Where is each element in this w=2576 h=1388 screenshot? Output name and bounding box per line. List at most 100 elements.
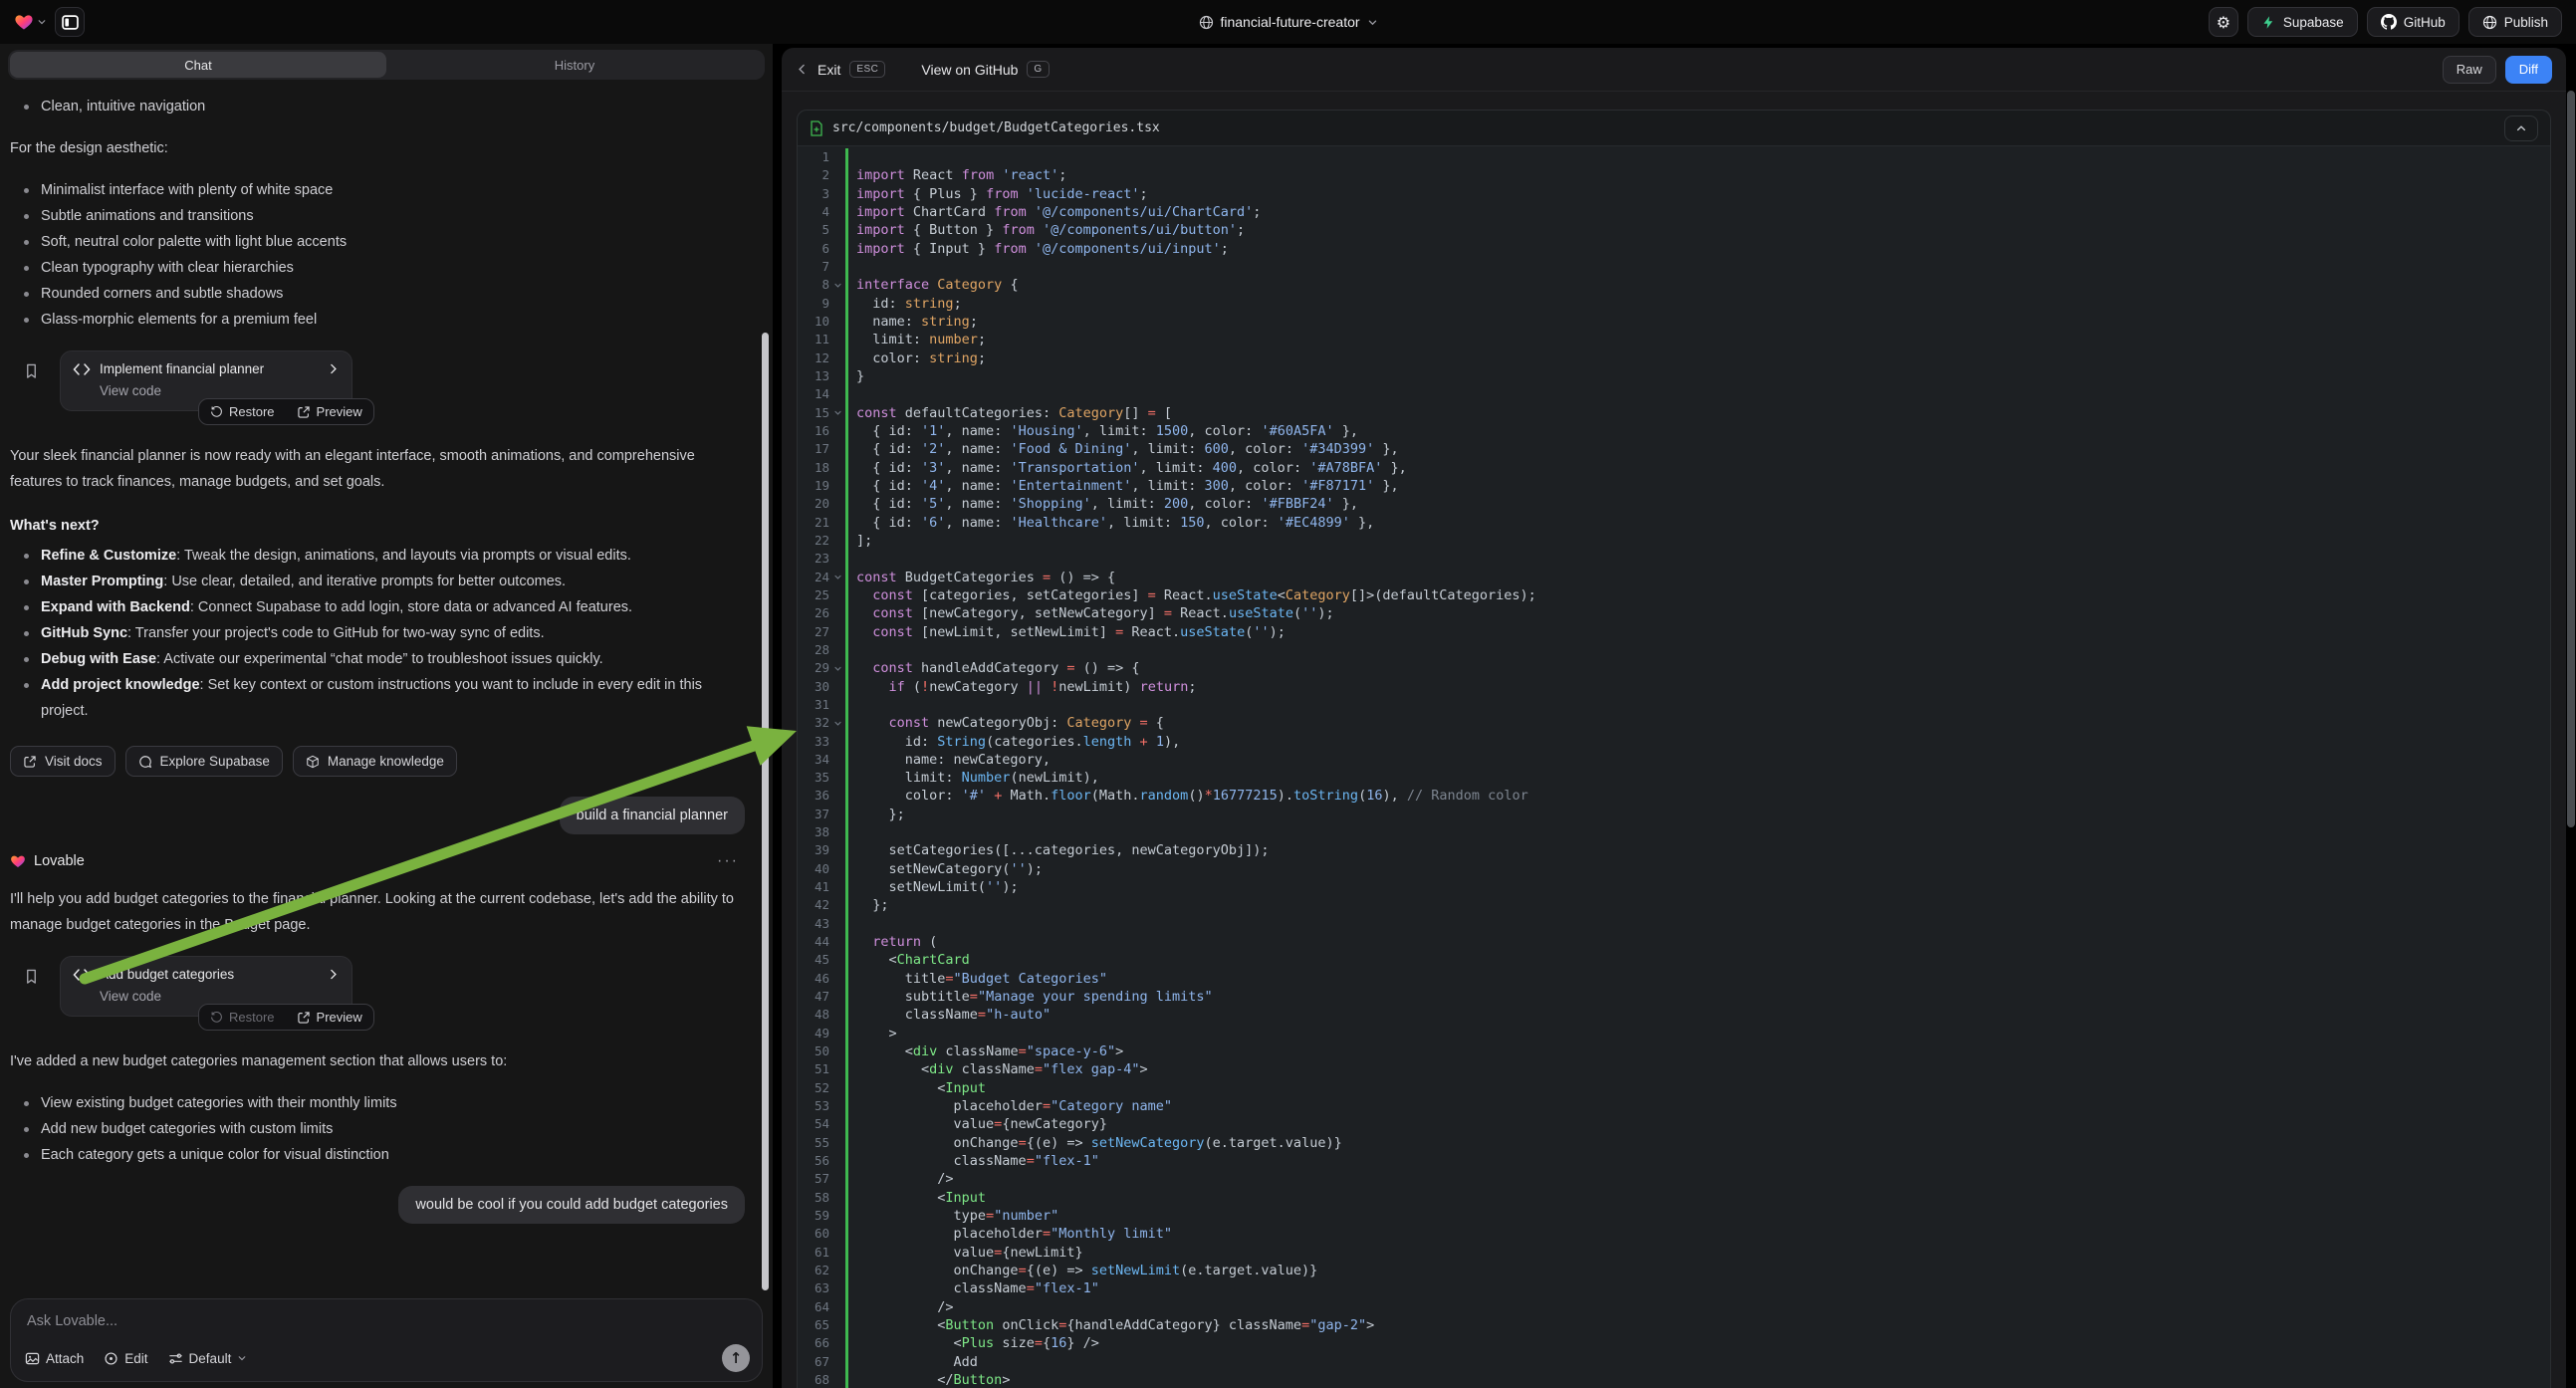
list-item: Master Prompting: Use clear, detailed, a…: [10, 569, 747, 594]
fold-toggle-icon[interactable]: [829, 659, 845, 677]
lovable-logo-menu[interactable]: [14, 12, 47, 32]
preview-button[interactable]: Preview: [286, 399, 373, 424]
code-text: </Button>: [845, 1371, 2550, 1388]
preview-button[interactable]: Preview: [286, 1005, 373, 1030]
restore-label: Restore: [229, 404, 275, 419]
fold-spacer: [829, 532, 845, 550]
code-line: 28: [798, 641, 2550, 659]
fold-spacer: [829, 678, 845, 696]
fold-spacer: [829, 459, 845, 477]
mode-label: Default: [189, 1351, 232, 1366]
lovable-heart-icon: [10, 853, 26, 869]
code-text: const [newLimit, setNewLimit] = React.us…: [845, 623, 2550, 641]
sidebar-toggle-button[interactable]: [55, 7, 85, 37]
fold-toggle-icon[interactable]: [829, 569, 845, 586]
tab-chat[interactable]: Chat: [10, 52, 386, 78]
collapse-file-button[interactable]: [2504, 116, 2538, 141]
code-panel-scrollbar[interactable]: [2567, 91, 2575, 827]
code-text: interface Category {: [845, 276, 2550, 294]
github-button[interactable]: GitHub: [2367, 7, 2459, 37]
code-text: value={newLimit}: [845, 1244, 2550, 1262]
supabase-button[interactable]: Supabase: [2247, 7, 2358, 37]
bullet-dot: [24, 266, 29, 271]
diff-toggle-button[interactable]: Diff: [2505, 56, 2552, 84]
line-number: 30: [798, 678, 829, 696]
code-line: 35 limit: Number(newLimit),: [798, 769, 2550, 787]
code-text: name: newCategory,: [845, 751, 2550, 769]
line-number: 41: [798, 878, 829, 896]
github-label: GitHub: [2404, 15, 2446, 30]
line-number: 43: [798, 915, 829, 933]
message-menu-button[interactable]: ···: [717, 852, 739, 870]
code-line: 9 id: string;: [798, 295, 2550, 313]
fold-spacer: [829, 1262, 845, 1279]
fold-toggle-icon[interactable]: [829, 276, 845, 294]
code-text: const BudgetCategories = () => {: [845, 569, 2550, 586]
bullet-dot: [24, 214, 29, 219]
fold-spacer: [829, 604, 845, 622]
code-text: color: '#' + Math.floor(Math.random()*16…: [845, 787, 2550, 805]
lovable-heart-icon: [14, 12, 34, 32]
code-line: 57 />: [798, 1170, 2550, 1188]
fold-spacer: [829, 586, 845, 604]
line-number: 48: [798, 1006, 829, 1024]
line-number: 50: [798, 1042, 829, 1060]
bullet-text: View existing budget categories with the…: [41, 1090, 397, 1116]
code-line: 4import ChartCard from '@/components/ui/…: [798, 203, 2550, 221]
view-code-link[interactable]: View code: [100, 383, 340, 398]
fold-spacer: [829, 1244, 845, 1262]
publish-button[interactable]: Publish: [2468, 7, 2562, 37]
project-switcher[interactable]: financial-future-creator: [1198, 0, 1377, 44]
bookmark-icon[interactable]: [24, 362, 39, 379]
code-text: import { Input } from '@/components/ui/i…: [845, 240, 2550, 258]
code-line: 60 placeholder="Monthly limit": [798, 1225, 2550, 1243]
visit-docs-button[interactable]: Visit docs: [10, 746, 116, 777]
attach-button[interactable]: Attach: [25, 1351, 84, 1366]
fold-spacer: [829, 1025, 845, 1042]
restore-button[interactable]: Restore: [199, 399, 286, 424]
raw-toggle-button[interactable]: Raw: [2443, 56, 2496, 84]
line-number: 24: [798, 569, 829, 586]
restore-button[interactable]: Restore: [199, 1005, 286, 1030]
manage-knowledge-button[interactable]: Manage knowledge: [293, 746, 457, 777]
list-item: Add new budget categories with custom li…: [10, 1116, 747, 1142]
fold-spacer: [829, 806, 845, 823]
line-number: 66: [798, 1334, 829, 1352]
explore-supabase-button[interactable]: Explore Supabase: [125, 746, 283, 777]
code-change-title-row: Add budget categories: [73, 967, 340, 982]
exit-button[interactable]: Exit: [818, 62, 840, 78]
code-line: 5import { Button } from '@/components/ui…: [798, 221, 2550, 239]
send-button[interactable]: ↑: [722, 1344, 750, 1372]
fold-spacer: [829, 988, 845, 1006]
code-text: placeholder="Monthly limit": [845, 1225, 2550, 1243]
bookmark-icon[interactable]: [24, 968, 39, 985]
fold-spacer: [829, 823, 845, 841]
supabase-label: Supabase: [2283, 15, 2344, 30]
code-text: <div className="flex gap-4">: [845, 1060, 2550, 1078]
fold-spacer: [829, 349, 845, 367]
edit-button[interactable]: Edit: [104, 1351, 147, 1366]
bullet-list: Minimalist interface with plenty of whit…: [10, 177, 747, 333]
file-header[interactable]: src/components/budget/BudgetCategories.t…: [798, 111, 2550, 146]
code-text: [845, 641, 2550, 659]
code-line: 59 type="number": [798, 1207, 2550, 1225]
view-code-link[interactable]: View code: [100, 989, 340, 1004]
code-text: { id: '4', name: 'Entertainment', limit:…: [845, 477, 2550, 495]
line-number: 62: [798, 1262, 829, 1279]
user-message-row: build a financial planner: [10, 797, 745, 834]
line-number: 51: [798, 1060, 829, 1078]
chat-scrollbar[interactable]: [762, 333, 769, 1290]
fold-spacer: [829, 1097, 845, 1115]
line-number: 23: [798, 550, 829, 568]
fold-spacer: [829, 1189, 845, 1207]
settings-button[interactable]: ⚙: [2209, 7, 2238, 37]
chat-input[interactable]: Ask Lovable... Attach Edit Default: [10, 1298, 763, 1382]
code-text: import { Button } from '@/components/ui/…: [845, 221, 2550, 239]
mode-selector[interactable]: Default: [168, 1351, 248, 1366]
chat-heading: What's next?: [10, 513, 747, 539]
bullet-dot: [24, 1101, 29, 1106]
tab-history[interactable]: History: [386, 52, 763, 78]
view-on-github-button[interactable]: View on GitHub: [921, 62, 1018, 78]
fold-toggle-icon[interactable]: [829, 714, 845, 732]
fold-toggle-icon[interactable]: [829, 404, 845, 422]
